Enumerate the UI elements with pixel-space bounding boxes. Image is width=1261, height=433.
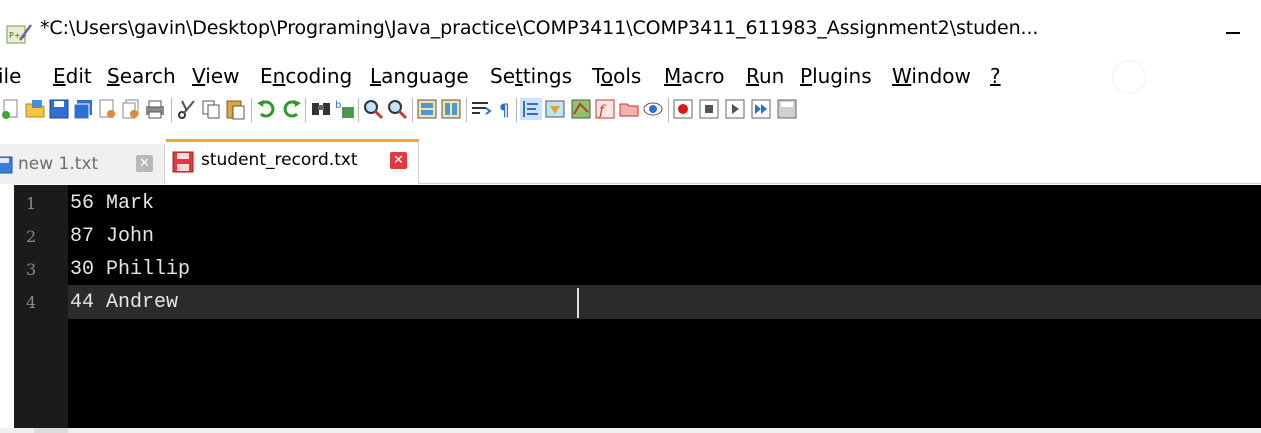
menu-run[interactable]: Run [746, 64, 784, 88]
open-file-icon[interactable] [24, 98, 46, 120]
redo-icon[interactable] [280, 98, 302, 120]
run-macro-multiple-icon[interactable] [750, 98, 772, 120]
minimize-button[interactable] [1226, 32, 1240, 34]
play-macro-icon[interactable] [724, 98, 746, 120]
menu-view[interactable]: View [192, 64, 239, 88]
text-line[interactable]: 87 John [70, 220, 154, 253]
copy-icon[interactable] [200, 98, 222, 120]
svg-text:b: b [335, 100, 341, 111]
line-number-margin [14, 185, 68, 428]
line-number: 4 [26, 293, 37, 312]
record-macro-icon[interactable] [672, 98, 694, 120]
menu-settings[interactable]: Settings [490, 64, 572, 88]
status-strip [0, 428, 1261, 433]
cut-icon[interactable] [176, 98, 198, 120]
new-file-icon[interactable] [0, 98, 22, 120]
svg-text:¶: ¶ [499, 101, 510, 120]
save-icon[interactable] [48, 98, 70, 120]
menu-tools[interactable]: Tools [592, 64, 641, 88]
menu-plugins[interactable]: Plugins [800, 64, 872, 88]
notepad-plus-plus-icon: P++ [6, 24, 32, 44]
find-icon[interactable] [310, 98, 332, 120]
saved-file-icon [0, 156, 13, 174]
tab-label: student_record.txt [201, 150, 358, 170]
word-wrap-icon[interactable] [470, 98, 492, 120]
line-number: 1 [26, 194, 37, 213]
toolbar: b ¶ f [0, 92, 1261, 136]
toolbar-separator [171, 98, 172, 122]
close-all-icon[interactable] [120, 98, 142, 120]
title-bar: P++ *C:\Users\gavin\Desktop\Programing\J… [0, 0, 1261, 60]
print-icon[interactable] [144, 98, 166, 120]
toolbar-separator [466, 98, 467, 122]
close-icon[interactable] [96, 98, 118, 120]
indent-guide-icon[interactable] [520, 98, 542, 120]
line-number: 3 [26, 260, 37, 279]
tab-label: new 1.txt [18, 154, 99, 174]
replace-icon[interactable]: b [334, 98, 356, 120]
toolbar-separator [358, 98, 359, 122]
menu-edit[interactable]: Edit [53, 64, 92, 88]
zoom-in-icon[interactable] [362, 98, 384, 120]
doc-map-icon[interactable] [570, 98, 592, 120]
window-title: *C:\Users\gavin\Desktop\Programing\Java_… [40, 17, 1039, 39]
toolbar-separator [668, 98, 669, 122]
text-cursor [577, 288, 579, 318]
sync-vertical-icon[interactable] [416, 98, 438, 120]
current-line-highlight [68, 285, 1261, 319]
editor-area[interactable]: 1 56 Mark 2 87 John 3 30 Phillip 4 44 An… [0, 185, 1261, 428]
menu-window[interactable]: Window [892, 64, 971, 88]
monitoring-icon[interactable] [642, 98, 664, 120]
zoom-out-icon[interactable] [386, 98, 408, 120]
show-all-chars-icon[interactable]: ¶ [494, 98, 516, 120]
text-line[interactable]: 30 Phillip [70, 253, 190, 286]
tab-student-record[interactable]: student_record.txt ✕ [166, 139, 419, 184]
udl-icon[interactable] [544, 98, 566, 120]
menu-encoding[interactable]: Encoding [260, 64, 352, 88]
close-tab-icon[interactable]: ✕ [390, 152, 407, 169]
toolbar-separator [516, 98, 517, 122]
scrollbar-nub[interactable] [34, 428, 68, 433]
unsaved-file-icon [172, 151, 194, 173]
undo-icon[interactable] [256, 98, 278, 120]
toolbar-separator [412, 98, 413, 122]
folder-workspace-icon[interactable] [618, 98, 640, 120]
menu-bar: ile Edit Search View Encoding Language S… [0, 60, 1261, 90]
menu-macro[interactable]: Macro [664, 64, 725, 88]
save-macro-icon[interactable] [776, 98, 798, 120]
text-line[interactable]: 56 Mark [70, 187, 154, 220]
tab-new-1[interactable]: new 1.txt ✕ [0, 144, 165, 184]
menu-help[interactable]: ? [990, 64, 1001, 88]
function-list-icon[interactable]: f [594, 98, 616, 120]
paste-icon[interactable] [224, 98, 246, 120]
editor-left-margin [0, 185, 14, 428]
toolbar-separator [305, 98, 306, 122]
menu-language[interactable]: Language [370, 64, 469, 88]
line-number: 2 [26, 227, 37, 246]
menu-file[interactable]: ile [0, 64, 21, 88]
text-line[interactable]: 44 Andrew [70, 286, 178, 319]
menu-search[interactable]: Search [107, 64, 176, 88]
sync-horizontal-icon[interactable] [440, 98, 462, 120]
close-tab-icon[interactable]: ✕ [136, 155, 153, 172]
stop-record-icon[interactable] [698, 98, 720, 120]
toolbar-separator [251, 98, 252, 122]
save-all-icon[interactable] [72, 98, 94, 120]
